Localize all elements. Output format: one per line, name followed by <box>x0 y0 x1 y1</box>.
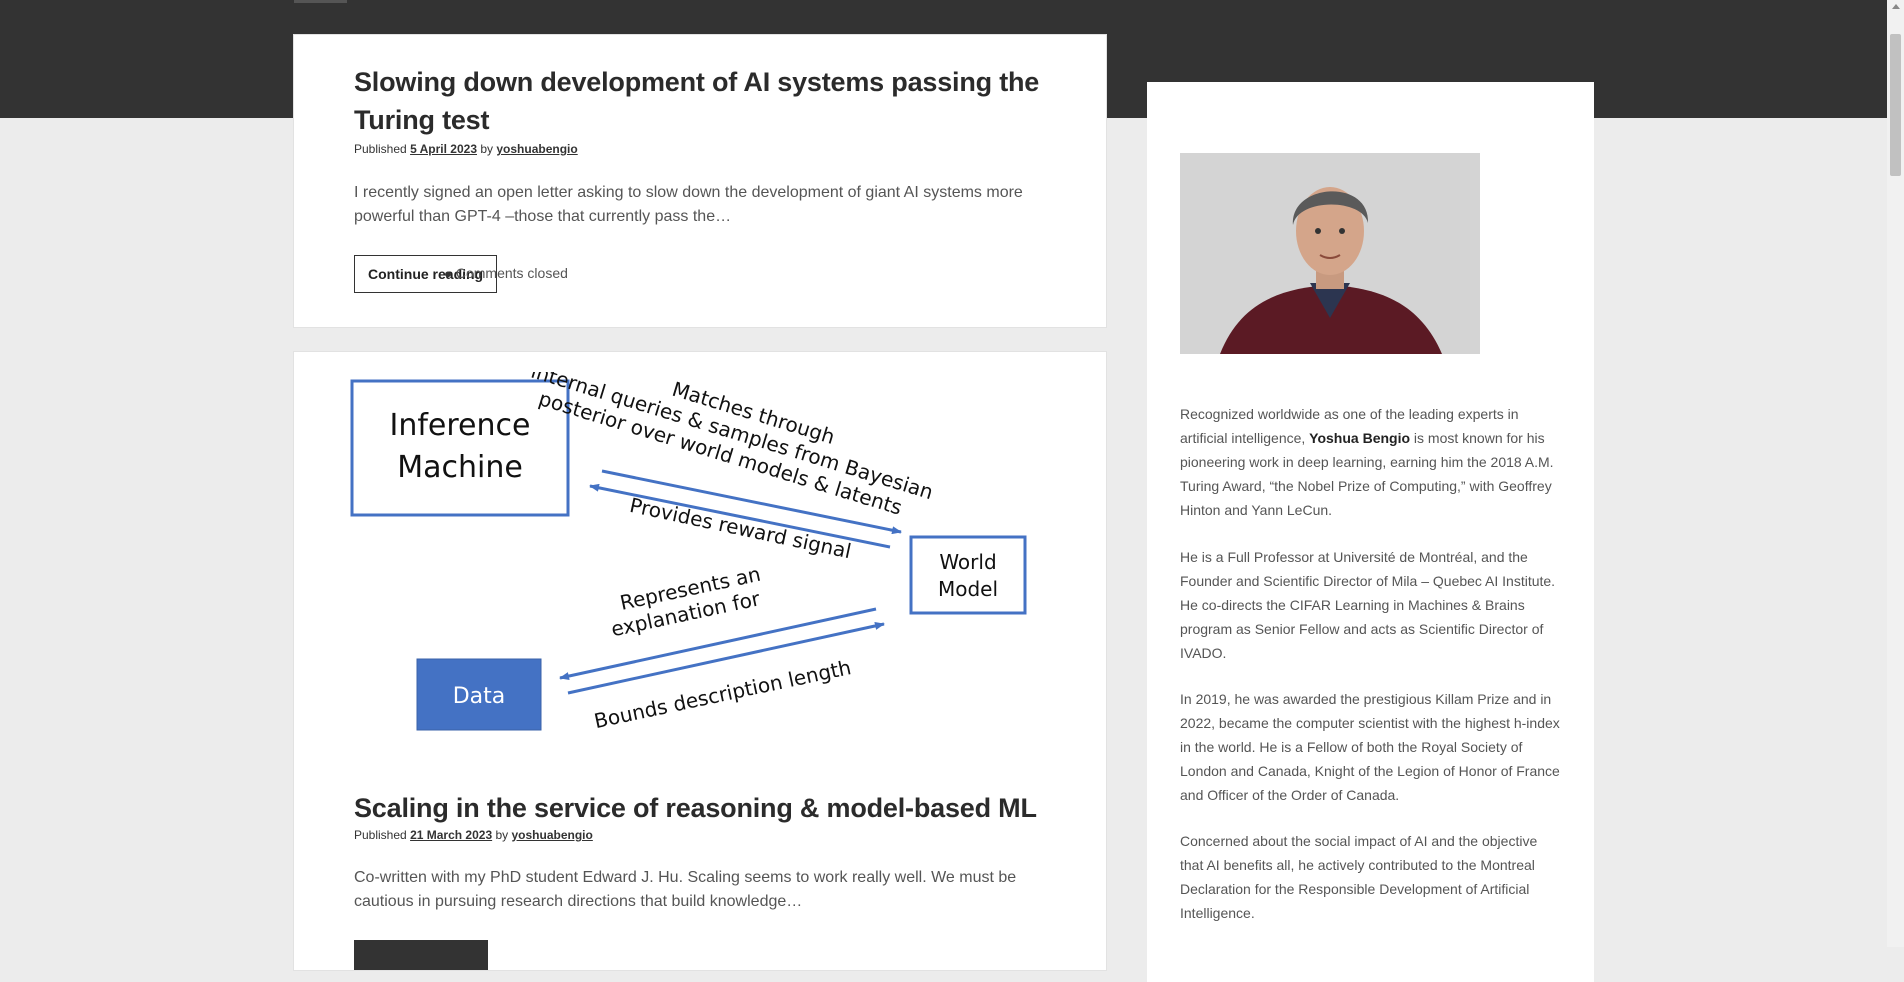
scroll-up-icon[interactable] <box>1892 4 1900 9</box>
arrow2-caption: Provides reward signal <box>628 493 854 563</box>
page-scrollbar[interactable] <box>1887 0 1904 947</box>
published-label: Published <box>354 828 407 842</box>
arrow4-caption: Bounds description length <box>592 655 853 733</box>
author-link[interactable]: yoshuabengio <box>496 142 577 156</box>
post-title[interactable]: Scaling in the service of reasoning & mo… <box>354 789 1074 827</box>
arrow1-caption: Matches through internal queries & sampl… <box>528 372 936 520</box>
world-model-label: World <box>939 550 996 574</box>
post-card: Slowing down development of AI systems p… <box>293 34 1107 328</box>
comments-status: ● Comments closed <box>444 265 568 281</box>
post-excerpt: I recently signed an open letter asking … <box>354 184 1023 225</box>
bio-paragraph: In 2019, he was awarded the prestigious … <box>1180 691 1560 803</box>
scrollbar-thumb[interactable] <box>1890 34 1901 176</box>
by-label: by <box>495 828 509 842</box>
post-meta: Published 5 April 2023 by yoshuabengio <box>354 142 578 156</box>
comments-text: Comments closed <box>455 265 568 281</box>
continue-reading-button[interactable] <box>354 940 488 970</box>
sidebar-widget: Recognized worldwide as one of the leadi… <box>1147 82 1594 982</box>
published-label: Published <box>354 142 407 156</box>
by-label: by <box>480 142 494 156</box>
bio-paragraph: He is a Full Professor at Université de … <box>1180 549 1556 661</box>
post-featured-diagram[interactable]: Inference Machine World Model Data Match… <box>344 372 1044 752</box>
post-excerpt: Co-written with my PhD student Edward J.… <box>354 869 1017 910</box>
author-portrait <box>1180 153 1480 354</box>
bio-paragraph: Concerned about the social impact of AI … <box>1180 833 1538 921</box>
data-label: Data <box>453 684 506 709</box>
post-title[interactable]: Slowing down development of AI systems p… <box>354 63 1054 139</box>
portrait-image <box>1180 153 1480 354</box>
arrow3-caption: Represents an explanation for <box>609 562 763 642</box>
post-date-link[interactable]: 21 March 2023 <box>410 828 492 842</box>
svg-text:internal queries & samples fro: internal queries & samples from Bayesian <box>528 372 936 504</box>
inference-machine-box <box>350 379 570 517</box>
author-link[interactable]: yoshuabengio <box>512 828 593 842</box>
world-model-box <box>909 535 1027 615</box>
comment-bubble-icon: ● <box>444 266 452 281</box>
header-nav-stub[interactable] <box>294 0 347 3</box>
world-model-label: Model <box>938 577 998 601</box>
post-meta: Published 21 March 2023 by yoshuabengio <box>354 828 593 842</box>
inference-machine-label: Machine <box>397 450 523 485</box>
bio-paragraph: Recognized worldwide as one of the leadi… <box>1180 402 1560 522</box>
bio-name: Yoshua Bengio <box>1309 430 1411 446</box>
post-card: Inference Machine World Model Data Match… <box>293 351 1107 971</box>
inference-machine-label: Inference <box>390 408 531 443</box>
post-date-link[interactable]: 5 April 2023 <box>410 142 477 156</box>
